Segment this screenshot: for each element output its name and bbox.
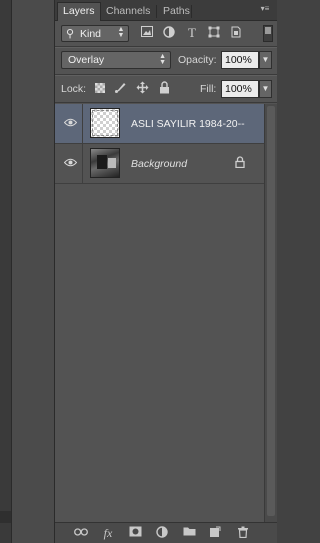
tab-channels[interactable]: Channels	[101, 3, 155, 20]
chevron-updown-icon: ▲ ▼	[159, 53, 166, 66]
tab-separator	[156, 5, 157, 18]
thumbnail-detail	[108, 158, 116, 168]
scrollbar-thumb[interactable]	[267, 106, 275, 516]
layer-lock-icon[interactable]	[235, 156, 247, 170]
fill-label: Fill:	[200, 83, 217, 95]
panel-bottom-bar: fx	[55, 522, 277, 543]
divider	[55, 47, 277, 48]
blend-mode-value: Overlay	[68, 54, 105, 66]
layer-name[interactable]: Background	[131, 158, 187, 170]
left-gutter	[0, 0, 12, 543]
lock-row: Lock: Fill: 100% ▼	[55, 77, 277, 101]
visibility-eye-icon[interactable]	[63, 157, 77, 169]
blend-row: Overlay ▲ ▼ Opacity: 100% ▼	[55, 49, 277, 73]
type-filter-icon[interactable]: T	[185, 26, 199, 40]
pixel-layer-filter-icon[interactable]	[140, 26, 154, 40]
fill-input[interactable]: 100%	[221, 80, 259, 98]
tab-paths[interactable]: Paths	[158, 3, 195, 20]
filter-kind-select[interactable]: ⚲ Kind ▲ ▼	[61, 25, 129, 42]
divider	[55, 75, 277, 76]
panel-menu-icon[interactable]: ▾≡	[259, 3, 271, 15]
layer-thumbnail[interactable]	[90, 148, 120, 178]
layers-panel: Layers Channels Paths ▾≡ ⚲ Kind ▲ ▼ T Ove…	[54, 0, 277, 543]
new-layer-icon[interactable]	[207, 526, 223, 540]
filter-toggle[interactable]	[263, 25, 273, 42]
gutter-strip	[0, 511, 11, 523]
add-mask-icon[interactable]	[127, 526, 143, 540]
lock-transparent-pixels-icon[interactable]	[95, 83, 105, 93]
layer-row[interactable]: Background	[55, 144, 264, 184]
opacity-label: Opacity:	[178, 54, 217, 66]
tab-separator	[191, 5, 192, 18]
thumbnail-detail	[97, 155, 107, 169]
tab-layers[interactable]: Layers	[57, 2, 101, 21]
lock-image-pixels-icon[interactable]	[113, 81, 127, 95]
layer-name[interactable]: ASLI SAYILIR 1984-20--	[131, 118, 245, 130]
adjustment-filter-icon[interactable]	[162, 26, 176, 40]
layers-scrollbar[interactable]	[264, 104, 277, 522]
opacity-slider-button[interactable]: ▼	[259, 51, 272, 69]
new-group-icon[interactable]	[181, 526, 197, 540]
column-separator	[82, 104, 83, 143]
fill-slider-button[interactable]: ▼	[259, 80, 272, 98]
chevron-updown-icon: ▲ ▼	[117, 26, 125, 39]
layer-thumbnail[interactable]	[90, 108, 120, 138]
lock-position-icon[interactable]	[135, 81, 149, 95]
lock-all-icon[interactable]	[157, 81, 171, 95]
layer-row[interactable]: ASLI SAYILIR 1984-20--	[55, 104, 264, 144]
divider	[55, 102, 277, 103]
filter-toggle-knob	[265, 27, 271, 34]
new-adjustment-layer-icon[interactable]	[154, 526, 170, 540]
search-icon: ⚲	[66, 28, 75, 40]
shape-filter-icon[interactable]	[207, 26, 221, 40]
link-layers-icon[interactable]	[73, 526, 89, 540]
opacity-input[interactable]: 100%	[221, 51, 259, 69]
canvas-area	[12, 0, 54, 543]
column-separator	[82, 144, 83, 183]
smart-object-filter-icon[interactable]	[229, 26, 243, 40]
blend-mode-select[interactable]: Overlay ▲ ▼	[61, 51, 171, 69]
lock-label: Lock:	[61, 83, 87, 95]
add-layer-style-icon[interactable]: fx	[100, 526, 116, 540]
filter-kind-label: Kind	[80, 28, 102, 40]
layer-filter-row: ⚲ Kind ▲ ▼ T	[55, 22, 277, 46]
visibility-eye-icon[interactable]	[63, 117, 77, 129]
panel-tab-bar: Layers Channels Paths ▾≡	[55, 0, 277, 21]
delete-layer-icon[interactable]	[235, 526, 251, 540]
